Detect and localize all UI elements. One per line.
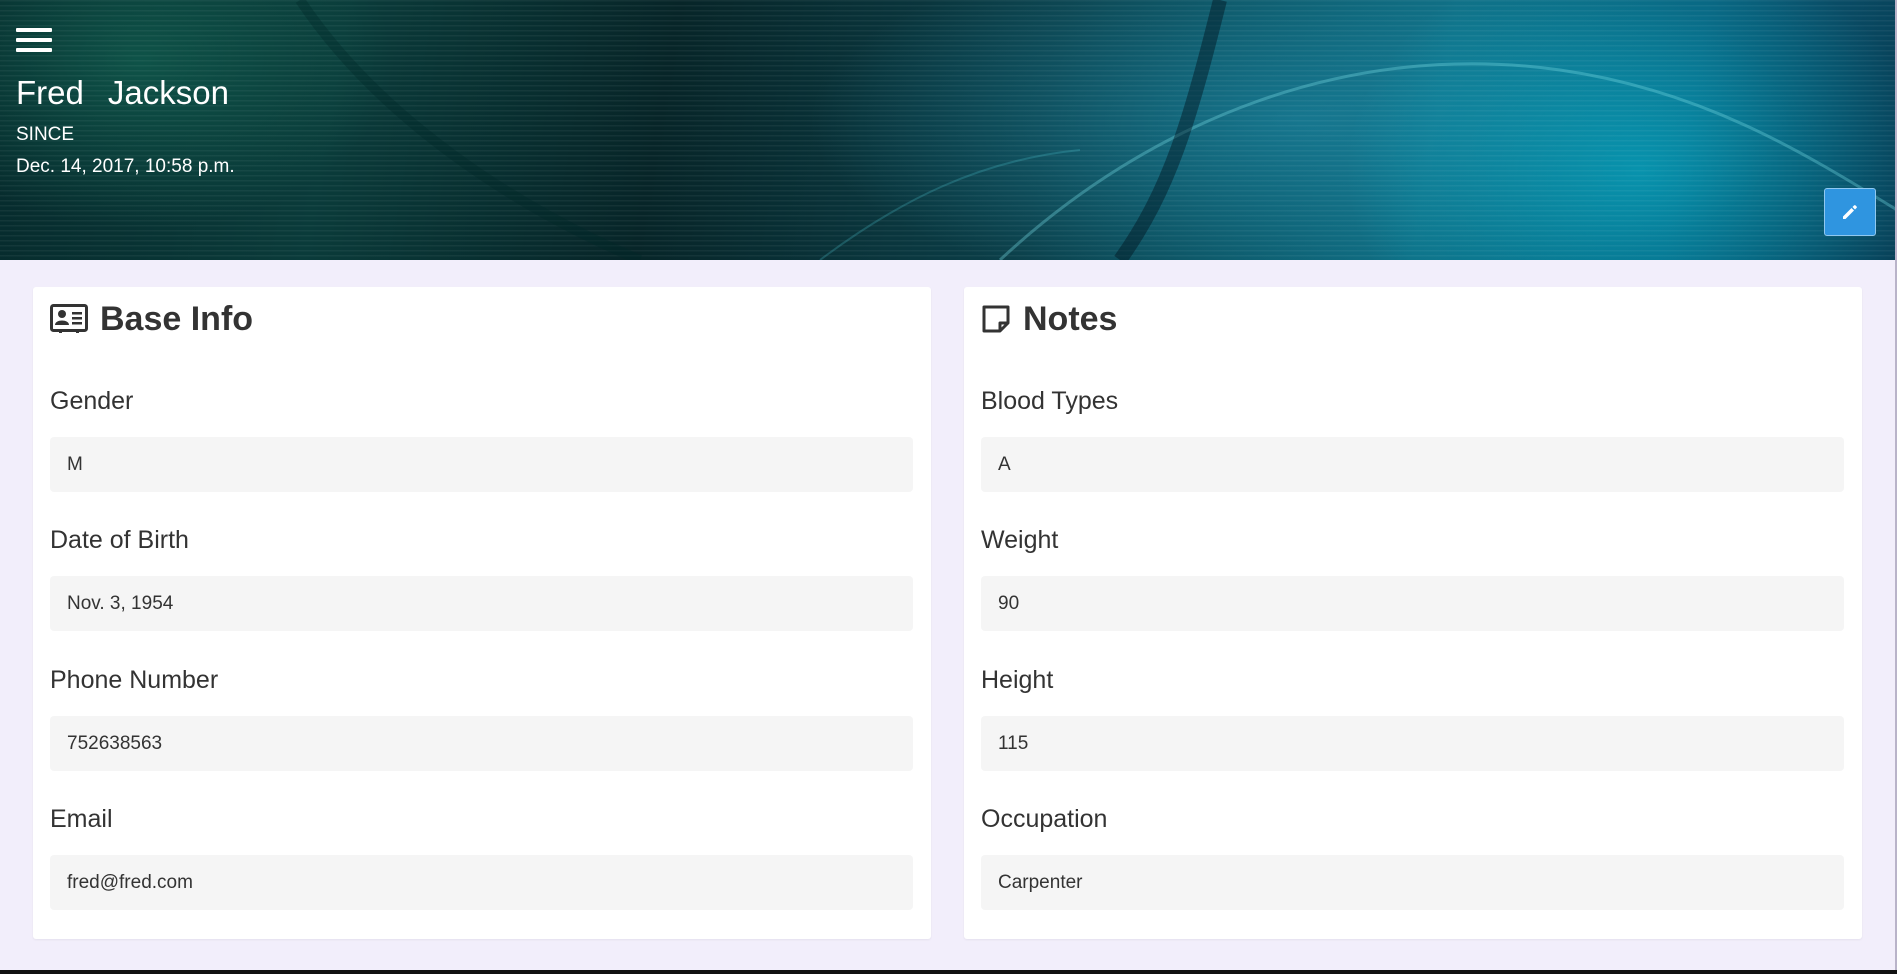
first-name: Fred bbox=[16, 74, 84, 111]
blood-types-field: A bbox=[981, 437, 1844, 492]
notes-title: Notes bbox=[1023, 299, 1118, 338]
email-label: Email bbox=[50, 805, 113, 833]
weight-field: 90 bbox=[981, 576, 1844, 631]
occupation-field: Carpenter bbox=[981, 855, 1844, 910]
banner-decoration bbox=[295, 0, 1897, 260]
notes-card: Notes Blood Types A Weight 90 Height 115… bbox=[964, 287, 1862, 939]
notes-header: Notes bbox=[981, 299, 1117, 339]
gender-label: Gender bbox=[50, 387, 134, 415]
id-card-icon bbox=[50, 304, 88, 334]
occupation-label: Occupation bbox=[981, 805, 1108, 833]
profile-page: Fred Jackson SINCE Dec. 14, 2017, 10:58 p… bbox=[0, 0, 1897, 970]
profile-name: Fred Jackson bbox=[16, 74, 229, 112]
height-field: 115 bbox=[981, 716, 1844, 771]
gender-field: M bbox=[50, 437, 913, 492]
hamburger-menu-icon[interactable] bbox=[16, 28, 52, 54]
phone-number-label: Phone Number bbox=[50, 666, 219, 694]
sticky-note-icon bbox=[981, 304, 1011, 334]
edit-profile-button[interactable] bbox=[1824, 188, 1876, 236]
weight-label: Weight bbox=[981, 526, 1059, 554]
last-name: Jackson bbox=[107, 74, 229, 111]
base-info-title: Base Info bbox=[100, 299, 254, 338]
blood-types-label: Blood Types bbox=[981, 387, 1119, 415]
since-label: SINCE bbox=[16, 124, 75, 145]
phone-number-field: 752638563 bbox=[50, 716, 913, 771]
height-label: Height bbox=[981, 666, 1054, 694]
date-of-birth-label: Date of Birth bbox=[50, 526, 189, 554]
profile-header-banner: Fred Jackson SINCE Dec. 14, 2017, 10:58 p… bbox=[0, 0, 1897, 260]
base-info-header: Base Info bbox=[50, 299, 253, 339]
base-info-card: Base Info Gender M Date of Birth Nov. 3,… bbox=[33, 287, 931, 939]
email-field: fred@fred.com bbox=[50, 855, 913, 910]
bottom-edge bbox=[0, 970, 1897, 974]
pencil-icon bbox=[1843, 205, 1857, 219]
date-of-birth-field: Nov. 3, 1954 bbox=[50, 576, 913, 631]
since-date: Dec. 14, 2017, 10:58 p.m. bbox=[16, 156, 235, 177]
